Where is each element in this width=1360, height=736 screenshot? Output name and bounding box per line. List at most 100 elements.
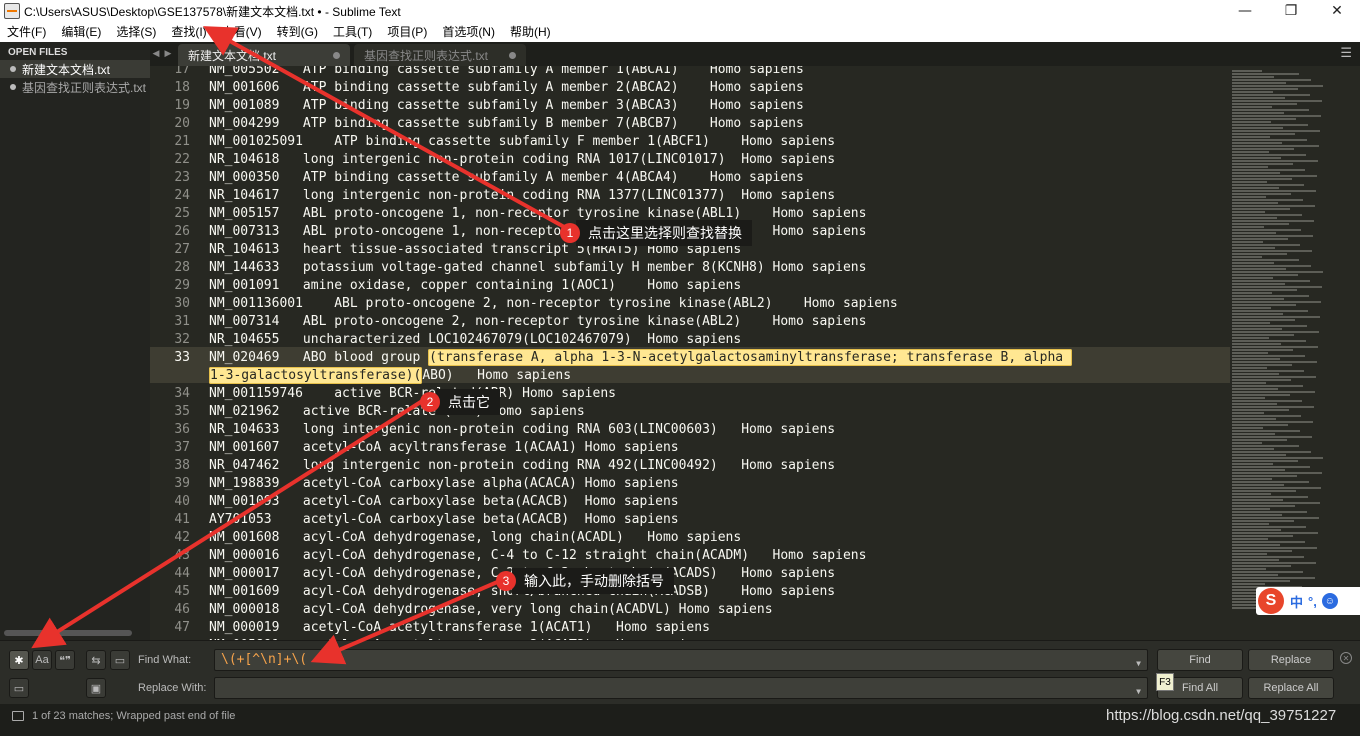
minimap-line: [1232, 532, 1318, 534]
code-lines[interactable]: NM_005502 ATP binding cassette subfamily…: [209, 66, 1229, 640]
code-line[interactable]: 1-3-galactosyltransferase)(ABO) Homo sap…: [209, 367, 1229, 386]
code-line[interactable]: NM_000017 acyl-CoA dehydrogenase, C-2 to…: [209, 566, 1229, 584]
line-number-gutter: 17 18 19 20 21 22 23 24 25 26 27 28 29 30 31 32 33 34 35 36…: [150, 66, 202, 636]
code-line[interactable]: NM_021962 active BCR-related(ABR) Homo s…: [209, 404, 1229, 422]
tab-file[interactable]: 新建文本文档.txt: [178, 44, 350, 66]
code-line[interactable]: NM_001093 acetyl-CoA carboxylase beta(AC…: [209, 494, 1229, 512]
code-editor[interactable]: 17 18 19 20 21 22 23 24 25 26 27 28 29 30 31 32 33 34 35 36…: [150, 66, 1230, 640]
find-history-dropdown-icon[interactable]: ▼: [1136, 654, 1141, 674]
code-line[interactable]: NR_104613 heart tissue-associated transc…: [209, 242, 1229, 260]
find-what-input[interactable]: \(+[^\n]+\( ▼: [214, 649, 1148, 671]
code-line[interactable]: NM_007313 ABL proto-oncogene 1, non-rece…: [209, 224, 1229, 242]
minimap-line: [1232, 460, 1298, 462]
code-line[interactable]: NM_001606 ATP binding cassette subfamily…: [209, 80, 1229, 98]
menu-view[interactable]: 查看(V): [215, 22, 270, 42]
code-line[interactable]: NM_144633 potassium voltage-gated channe…: [209, 260, 1229, 278]
minimap-line: [1232, 487, 1321, 489]
highlight-matches-toggle-button[interactable]: ▭: [9, 678, 29, 698]
tab-modified-dot-icon[interactable]: [509, 51, 516, 59]
minimize-button[interactable]: —: [1222, 0, 1268, 22]
code-line[interactable]: NM_001609 acyl-CoA dehydrogenase, short/…: [209, 584, 1229, 602]
code-line[interactable]: NM_001608 acyl-CoA dehydrogenase, long c…: [209, 530, 1229, 548]
whole-word-toggle-button[interactable]: ❝❞: [55, 650, 75, 670]
code-line[interactable]: NM_004299 ATP binding cassette subfamily…: [209, 116, 1229, 134]
tab-file[interactable]: 基因查找正则表达式.txt: [354, 44, 526, 66]
ime-toolbar[interactable]: S 中 °, ☺: [1256, 587, 1360, 615]
wrap-toggle-button[interactable]: ⇆: [86, 650, 106, 670]
regex-toggle-button[interactable]: ✱: [9, 650, 29, 670]
sidebar-scrollbar[interactable]: [4, 630, 132, 636]
code-line[interactable]: NM_000019 acetyl-CoA acetyltransferase 1…: [209, 620, 1229, 638]
code-line[interactable]: NM_000016 acyl-CoA dehydrogenase, C-4 to…: [209, 548, 1229, 566]
code-line[interactable]: NM_007314 ABL proto-oncogene 2, non-rece…: [209, 314, 1229, 332]
menu-selection[interactable]: 选择(S): [109, 22, 164, 42]
minimap-line: [1232, 235, 1313, 237]
in-selection-toggle-button[interactable]: ▭: [110, 650, 130, 670]
console-icon[interactable]: [12, 711, 24, 721]
code-line[interactable]: NM_001089 ATP binding cassette subfamily…: [209, 98, 1229, 116]
sidebar-file-item[interactable]: 新建文本文档.txt: [0, 60, 150, 78]
menu-goto[interactable]: 转到(G): [270, 22, 326, 42]
code-line[interactable]: NM_005157 ABL proto-oncogene 1, non-rece…: [209, 206, 1229, 224]
menu-find[interactable]: 查找(I): [164, 22, 214, 42]
code-line[interactable]: NM_001607 acetyl-CoA acyltransferase 1(A…: [209, 440, 1229, 458]
ime-emoji-icon[interactable]: ☺: [1321, 593, 1338, 609]
code-line[interactable]: NM_020469 ABO blood group (transferase A…: [209, 349, 1229, 368]
line-number: 17: [174, 66, 190, 77]
minimap-line: [1232, 514, 1282, 516]
code-text: NR_104613 heart tissue-associated transc…: [209, 242, 742, 257]
replace-all-button[interactable]: Replace All: [1248, 677, 1334, 699]
minimap-line: [1232, 409, 1289, 411]
code-line[interactable]: NM_001025091 ATP binding cassette subfam…: [209, 134, 1229, 152]
minimap-line: [1232, 286, 1322, 288]
code-text: NM_005157 ABL proto-oncogene 1, non-rece…: [209, 206, 867, 221]
ime-mode-label[interactable]: 中: [1290, 592, 1303, 611]
menu-tools[interactable]: 工具(T): [326, 22, 380, 42]
menu-preferences[interactable]: 首选项(N): [435, 22, 503, 42]
tab-scroll-left-icon[interactable]: ◀: [150, 49, 162, 59]
code-line[interactable]: NM_000350 ATP binding cassette subfamily…: [209, 170, 1229, 188]
code-line[interactable]: NM_001091 amine oxidase, copper containi…: [209, 278, 1229, 296]
tab-scroll-right-icon[interactable]: ▶: [162, 49, 174, 59]
close-find-panel-icon[interactable]: ✕: [1340, 652, 1352, 664]
sogou-logo-icon[interactable]: S: [1258, 588, 1284, 614]
minimap-line: [1232, 229, 1301, 231]
minimap-line: [1232, 289, 1297, 291]
preserve-case-toggle-button[interactable]: ▣: [86, 678, 106, 698]
code-line[interactable]: NM_001159746 active BCR-related(ABR) Hom…: [209, 386, 1229, 404]
minimap-line: [1232, 517, 1319, 519]
code-line[interactable]: NM_198839 acetyl-CoA carboxylase alpha(A…: [209, 476, 1229, 494]
maximize-button[interactable]: ❐: [1268, 0, 1314, 22]
minimap[interactable]: [1230, 66, 1360, 640]
code-line[interactable]: NM_005502 ATP binding cassette subfamily…: [209, 66, 1229, 80]
menu-project[interactable]: 项目(P): [380, 22, 435, 42]
tab-menu-icon[interactable]: ☰: [1340, 46, 1352, 61]
code-line[interactable]: NR_104618 long intergenic non-protein co…: [209, 152, 1229, 170]
replace-button[interactable]: Replace: [1248, 649, 1334, 671]
replace-history-dropdown-icon[interactable]: ▼: [1136, 682, 1141, 702]
code-line[interactable]: NR_104633 long intergenic non-protein co…: [209, 422, 1229, 440]
code-line[interactable]: NR_104617 long intergenic non-protein co…: [209, 188, 1229, 206]
find-button[interactable]: Find: [1157, 649, 1243, 671]
line-number: 31: [174, 314, 190, 329]
replace-with-input[interactable]: ▼: [214, 677, 1148, 699]
code-line[interactable]: NR_047462 long intergenic non-protein co…: [209, 458, 1229, 476]
code-line[interactable]: AY701053 acetyl-CoA carboxylase beta(ACA…: [209, 512, 1229, 530]
minimap-line: [1232, 283, 1285, 285]
minimap-line: [1232, 421, 1313, 423]
sidebar-file-item[interactable]: 基因查找正则表达式.txt: [0, 78, 150, 96]
minimap-line: [1232, 358, 1280, 360]
ime-punctuation-label[interactable]: °,: [1308, 594, 1317, 609]
code-line[interactable]: NM_000018 acyl-CoA dehydrogenase, very l…: [209, 602, 1229, 620]
sidebar-file-label: 基因查找正则表达式.txt: [22, 80, 147, 95]
case-sensitive-toggle-button[interactable]: Aa: [32, 650, 52, 670]
menu-help[interactable]: 帮助(H): [503, 22, 559, 42]
tab-modified-dot-icon[interactable]: [333, 51, 340, 59]
close-button[interactable]: ✕: [1314, 0, 1360, 22]
code-line[interactable]: NR_104655 uncharacterized LOC102467079(L…: [209, 332, 1229, 350]
code-line[interactable]: NM_001136001 ABL proto-oncogene 2, non-r…: [209, 296, 1229, 314]
minimap-line: [1232, 217, 1277, 219]
menu-edit[interactable]: 编辑(E): [54, 22, 109, 42]
minimap-line: [1232, 412, 1264, 414]
menu-file[interactable]: 文件(F): [0, 22, 54, 42]
